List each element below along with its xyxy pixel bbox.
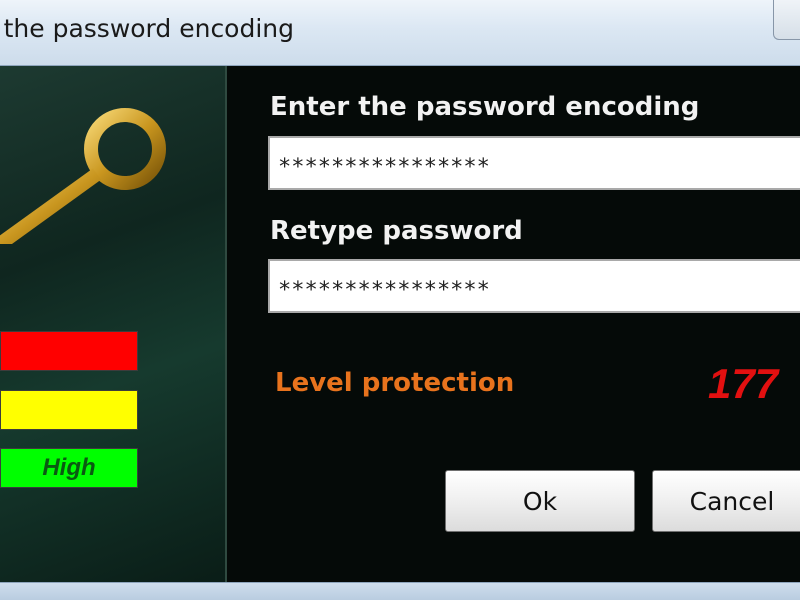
strength-high-bar: High — [0, 448, 138, 488]
level-protection-value: 177 — [708, 360, 779, 407]
password-label: Enter the password encoding — [270, 92, 700, 122]
strength-high-label: High — [42, 454, 96, 481]
strength-medium-bar — [0, 390, 138, 430]
window-bottom-border — [0, 582, 800, 600]
left-decor-panel: High — [0, 66, 227, 582]
retype-password-label: Retype password — [270, 216, 523, 246]
title-bar: er the password encoding — [0, 0, 800, 66]
password-input[interactable] — [268, 136, 800, 190]
strength-low-bar — [0, 331, 138, 371]
window-title: er the password encoding — [0, 14, 295, 43]
key-icon — [0, 108, 166, 244]
level-protection-label: Level protection — [275, 368, 515, 398]
ok-button[interactable]: Ok — [445, 470, 635, 532]
cancel-button[interactable]: Cancel — [652, 470, 800, 532]
close-button[interactable] — [773, 0, 800, 40]
dialog-body: High Enter the password encoding Retype … — [0, 66, 800, 582]
retype-password-input[interactable] — [268, 259, 800, 313]
